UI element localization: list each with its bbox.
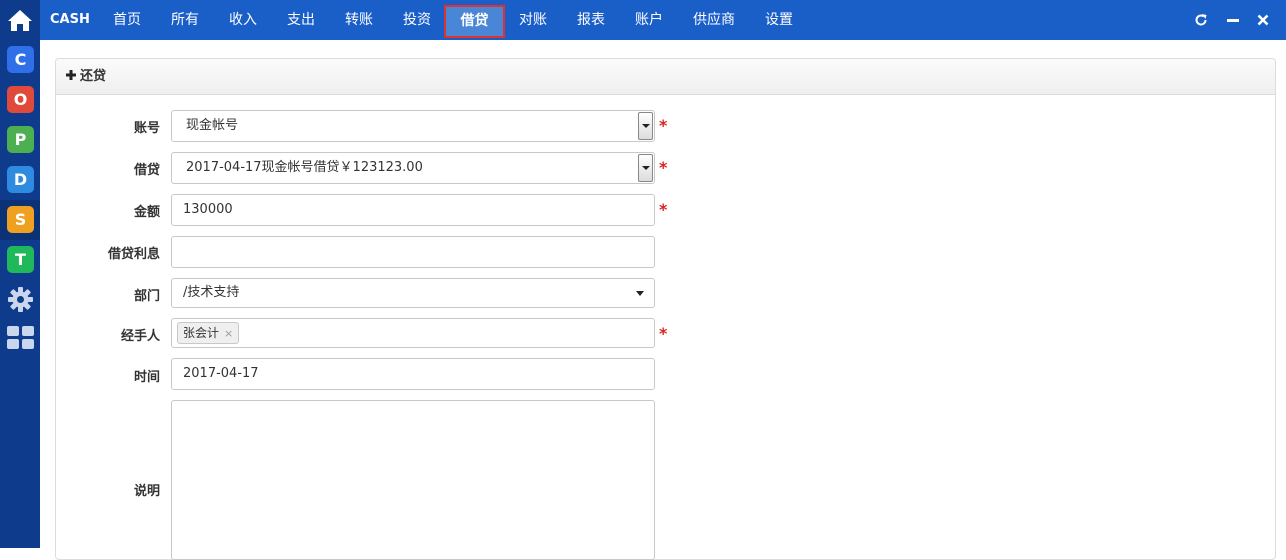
nav-income[interactable]: 收入 bbox=[229, 0, 257, 40]
handler-label: 经手人 bbox=[120, 329, 160, 344]
panel-header: 还贷 bbox=[56, 59, 1275, 95]
department-value: /技术支持 bbox=[183, 285, 240, 300]
refresh-icon[interactable] bbox=[1191, 10, 1211, 30]
o-app-icon[interactable]: O bbox=[7, 86, 34, 113]
chevron-down-icon[interactable] bbox=[638, 154, 653, 182]
nav-settings[interactable]: 设置 bbox=[765, 0, 793, 40]
d-app-icon[interactable]: D bbox=[7, 166, 34, 193]
brand-logo[interactable]: CASH bbox=[50, 0, 90, 40]
date-input[interactable]: 2017-04-17 bbox=[171, 358, 655, 390]
sidebar: C O P D S T bbox=[0, 0, 40, 548]
account-label: 账号 bbox=[133, 121, 160, 136]
chevron-down-icon[interactable] bbox=[636, 291, 644, 296]
s-app-icon[interactable]: S bbox=[7, 206, 34, 233]
gear-icon[interactable] bbox=[7, 286, 34, 313]
handler-required-mark: * bbox=[659, 324, 668, 343]
nav-transfer[interactable]: 转账 bbox=[345, 0, 373, 40]
nav-loan-label: 借贷 bbox=[460, 13, 489, 29]
interest-label: 借贷利息 bbox=[107, 247, 160, 262]
date-value: 2017-04-17 bbox=[183, 366, 259, 381]
amount-value: 130000 bbox=[183, 202, 233, 217]
chevron-down-icon[interactable] bbox=[638, 112, 653, 140]
nav-suppliers[interactable]: 供应商 bbox=[693, 0, 735, 40]
amount-label: 金额 bbox=[133, 205, 160, 220]
handler-tag-label: 张会计 bbox=[183, 326, 220, 340]
department-select[interactable]: /技术支持 bbox=[171, 278, 655, 308]
account-value: 现金帐号 bbox=[186, 118, 239, 133]
t-app-icon[interactable]: T bbox=[7, 246, 34, 273]
nav-reports[interactable]: 报表 bbox=[577, 0, 605, 40]
department-label: 部门 bbox=[133, 289, 160, 304]
tag-remove-icon[interactable]: × bbox=[224, 327, 233, 340]
panel-title: 还贷 bbox=[66, 59, 106, 94]
amount-input[interactable]: 130000 bbox=[171, 194, 655, 226]
close-icon[interactable] bbox=[1253, 10, 1273, 30]
date-label: 时间 bbox=[133, 370, 160, 385]
account-required-mark: * bbox=[659, 116, 668, 135]
loan-select[interactable]: 2017-04-17现金帐号借贷￥123123.00 bbox=[171, 152, 655, 184]
account-select[interactable]: 现金帐号 bbox=[171, 110, 655, 142]
minimize-icon[interactable] bbox=[1223, 10, 1243, 30]
p-app-icon[interactable]: P bbox=[7, 126, 34, 153]
handler-tag: 张会计 × bbox=[177, 322, 240, 344]
nav-reconcile[interactable]: 对账 bbox=[519, 0, 547, 40]
home-icon[interactable] bbox=[0, 0, 40, 40]
nav-all[interactable]: 所有 bbox=[171, 0, 199, 40]
nav-accounts[interactable]: 账户 bbox=[635, 0, 663, 40]
loan-label: 借贷 bbox=[133, 163, 160, 178]
panel-title-text: 还贷 bbox=[80, 69, 107, 84]
nav-home[interactable]: 首页 bbox=[113, 0, 141, 40]
grid-icon[interactable] bbox=[7, 326, 34, 350]
note-textarea[interactable] bbox=[171, 400, 655, 560]
note-label: 说明 bbox=[133, 484, 160, 499]
c-app-icon[interactable]: C bbox=[7, 46, 34, 73]
handler-multiselect[interactable]: 张会计 × bbox=[171, 318, 655, 348]
loan-value: 2017-04-17现金帐号借贷￥123123.00 bbox=[186, 160, 423, 175]
amount-required-mark: * bbox=[659, 200, 668, 219]
loan-required-mark: * bbox=[659, 158, 668, 177]
interest-input[interactable] bbox=[171, 236, 655, 268]
plus-icon bbox=[66, 59, 76, 80]
nav-investment[interactable]: 投资 bbox=[403, 0, 431, 40]
nav-loan[interactable]: 借贷 bbox=[444, 5, 505, 38]
nav-expense[interactable]: 支出 bbox=[287, 0, 315, 40]
top-navbar: CASH 首页 所有 收入 支出 转账 投资 借贷 对账 报表 账户 供应商 设… bbox=[40, 0, 1286, 40]
